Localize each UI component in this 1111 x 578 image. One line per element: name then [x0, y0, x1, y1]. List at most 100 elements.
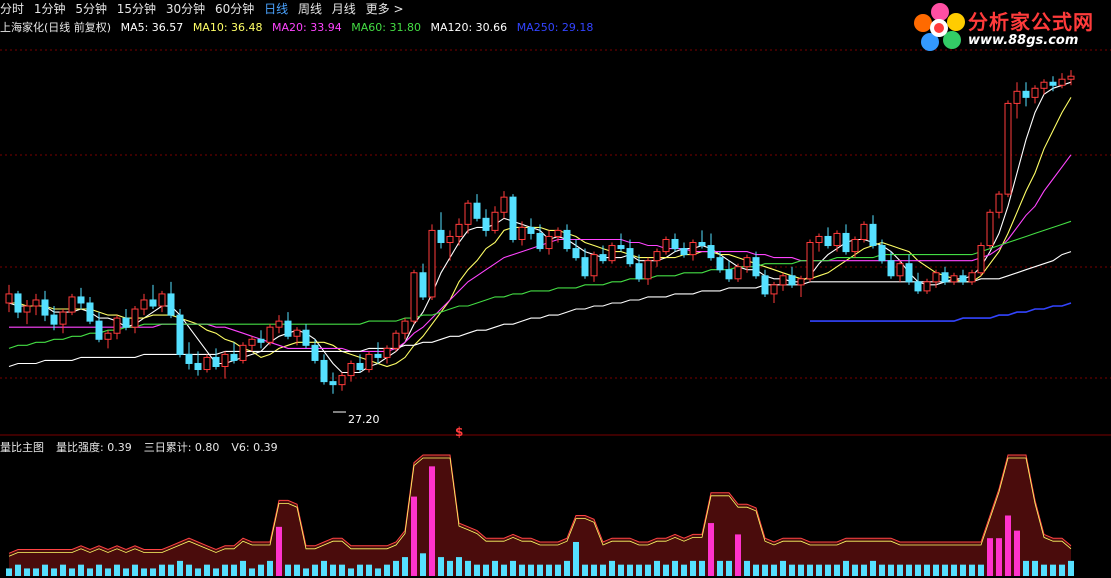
volume-ratio-bar: [33, 568, 39, 576]
volume-ratio-bar: [960, 564, 966, 576]
candle-body: [572, 248, 580, 259]
candle-body: [230, 353, 238, 361]
volume-ratio-bar: [636, 564, 642, 576]
volume-ratio-bar: [483, 564, 489, 576]
tab-fenshi[interactable]: 分时: [0, 2, 24, 16]
candle-body: [734, 266, 742, 280]
volume-ratio-bar: [654, 560, 660, 576]
candle-body: [608, 245, 616, 262]
volume-ratio-bar: [843, 560, 849, 576]
tab-30min[interactable]: 30分钟: [166, 2, 205, 16]
candle: [86, 296, 94, 325]
volume-ratio-bar: [1059, 564, 1065, 576]
candle-body: [482, 217, 490, 231]
volume-ratio-bar: [267, 560, 273, 576]
volume-ratio-bar: [852, 564, 858, 576]
volume-ratio-bar: [294, 564, 300, 576]
candle-body: [698, 242, 706, 247]
volume-ratio-bar: [213, 568, 219, 576]
candle-body: [248, 338, 256, 346]
candle-body: [131, 308, 139, 328]
candle: [383, 345, 391, 364]
sub-indicator-title: 量比主图: [0, 441, 44, 454]
candle-body: [104, 332, 112, 340]
volume-ratio-bar: [807, 564, 813, 576]
candle-body: [590, 254, 598, 277]
candle-body: [446, 235, 454, 244]
volume-ratio-bar: [753, 564, 759, 576]
candle: [455, 218, 463, 246]
legend-ma10: MA10: 36.48: [192, 21, 263, 34]
volume-ratio-bar: [798, 564, 804, 576]
candle: [347, 360, 355, 382]
volume-ratio-bar: [456, 557, 462, 576]
candle-body: [500, 196, 508, 213]
candle: [122, 309, 130, 331]
candle-body: [140, 299, 148, 310]
volume-ratio-bar: [906, 564, 912, 576]
ma-line-ma20: [9, 154, 1072, 352]
tab-monthly[interactable]: 月线: [332, 2, 356, 16]
tab-daily[interactable]: 日线: [264, 2, 288, 16]
legend-ma20: MA20: 33.94: [272, 21, 342, 34]
volume-ratio-bar: [321, 560, 327, 576]
candle: [797, 275, 805, 297]
chart-canvas[interactable]: 27.20 $: [0, 0, 1111, 578]
candle: [707, 233, 715, 261]
candle-body: [23, 305, 31, 313]
candle-body: [194, 362, 202, 371]
tab-5min[interactable]: 5分钟: [75, 2, 107, 16]
candle: [302, 324, 310, 349]
candle: [77, 287, 85, 310]
volume-ratio-bar: [438, 557, 444, 576]
candle-body: [383, 347, 391, 358]
volume-ratio-bar: [69, 568, 75, 576]
candle: [725, 260, 733, 282]
volume-ratio-bar: [897, 564, 903, 576]
sub-legend: 量比主图 量比强度: 0.39 三日累计: 0.80 V6: 0.39: [0, 439, 290, 455]
volume-ratio-bar: [141, 568, 147, 576]
candle: [14, 290, 22, 319]
legend-ma5: MA5: 36.57: [120, 21, 184, 34]
candle: [410, 269, 418, 325]
volume-ratio-bar: [861, 564, 867, 576]
candle: [833, 230, 841, 252]
candle-body: [167, 293, 175, 316]
tab-weekly[interactable]: 周线: [298, 2, 322, 16]
volume-ratio-bar: [222, 564, 228, 576]
candle-body: [428, 229, 436, 298]
candle-body: [185, 353, 193, 364]
volume-ratio-bar: [888, 564, 894, 576]
tab-60min[interactable]: 60分钟: [215, 2, 254, 16]
candle-body: [356, 362, 364, 371]
volume-ratio-bar: [780, 560, 786, 576]
tab-1min[interactable]: 1分钟: [34, 2, 66, 16]
candle-body: [464, 202, 472, 225]
candle: [239, 342, 247, 364]
stock-title: 上海家化(日线 前复权): [0, 21, 112, 34]
candle-body: [86, 302, 94, 322]
candle: [329, 372, 337, 394]
candle-body: [95, 320, 103, 340]
candle: [257, 330, 265, 349]
candle-body: [770, 284, 778, 295]
candle: [158, 290, 166, 313]
candle-body: [878, 245, 886, 262]
candle: [590, 251, 598, 282]
candle-body: [599, 254, 607, 262]
volume-ratio-bar: [60, 564, 66, 576]
volume-ratio-bar: [105, 568, 111, 576]
candle-body: [113, 317, 121, 334]
candle: [59, 309, 67, 334]
candle: [608, 242, 616, 264]
tab-15min[interactable]: 15分钟: [117, 2, 156, 16]
volume-ratio-bar: [42, 564, 48, 576]
volume-ratio-bar: [672, 560, 678, 576]
candle-body: [329, 381, 337, 386]
candle-body: [905, 263, 913, 283]
candle-body: [743, 257, 751, 268]
tab-more[interactable]: 更多 >: [366, 2, 404, 16]
candle-body: [752, 257, 760, 277]
volume-ratio-bar: [627, 564, 633, 576]
candle-body: [662, 238, 670, 253]
